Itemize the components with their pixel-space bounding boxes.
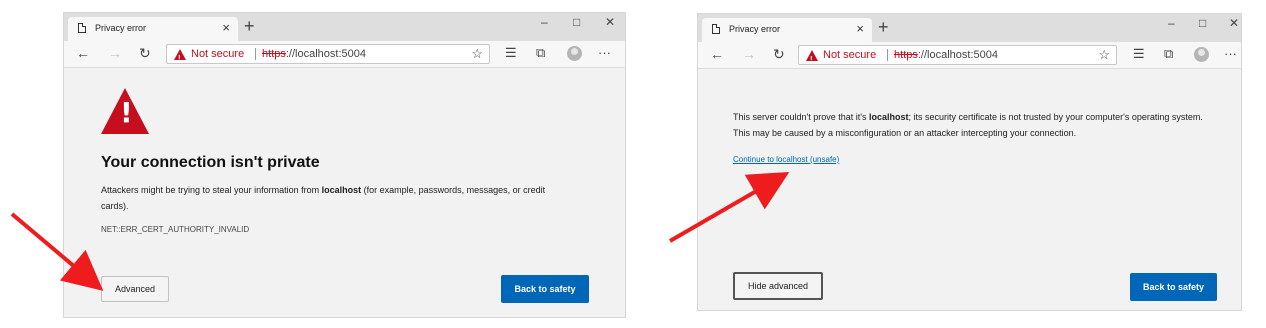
arrow-to-advanced (10, 212, 104, 291)
arrow-to-continue-link (668, 171, 790, 243)
annotation-arrows (10, 171, 790, 291)
